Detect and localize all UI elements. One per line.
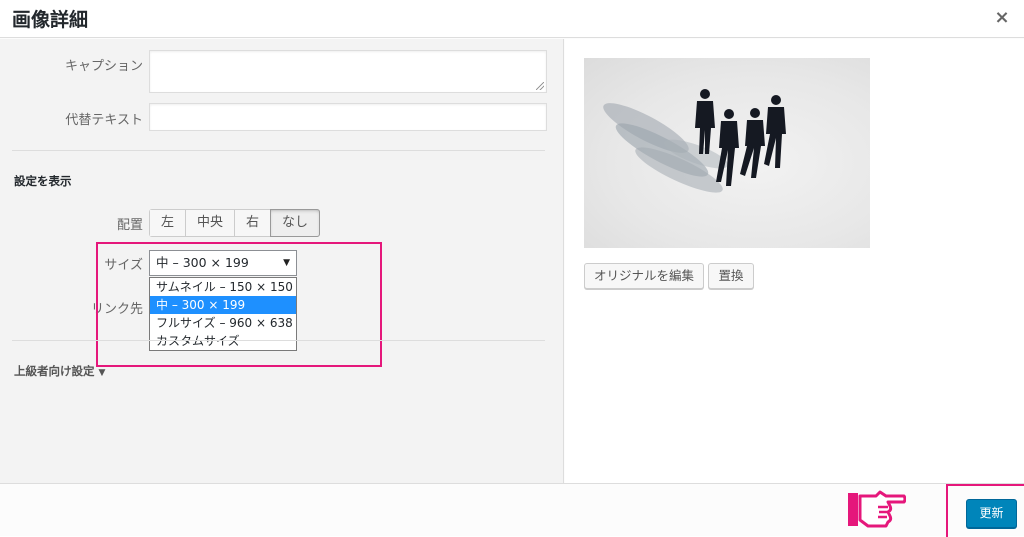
triangle-down-icon: ▼ [98,368,106,378]
align-none-button[interactable]: なし [270,209,320,237]
close-button[interactable]: × [990,6,1014,30]
caption-label: キャプション [64,59,143,74]
align-left-button[interactable]: 左 [150,210,186,236]
caption-textarea[interactable] [149,50,547,93]
replace-button[interactable]: 置換 [708,263,754,289]
preview-panel: オリジナルを編集 置換 [565,39,1024,483]
alignment-label: 配置 [116,218,143,233]
advanced-settings-label: 上級者向け設定 [14,364,95,378]
band-photo-graphic [603,89,786,193]
alt-text-input[interactable] [149,103,547,131]
alignment-button-group: 左 中央 右 なし [149,209,320,237]
modal-footer: 更新 [0,483,1024,537]
image-details-modal: 画像詳細 × キャプション 代替テキスト 設定を表示 配置 左 中央 右 なし … [0,0,1024,537]
align-right-button[interactable]: 右 [235,210,271,236]
align-center-button[interactable]: 中央 [186,210,235,236]
annotation-highlight-box [96,242,382,367]
resize-grip-icon[interactable] [536,82,544,90]
advanced-settings-toggle[interactable]: 上級者向け設定 ▼ [14,363,105,379]
edit-original-button[interactable]: オリジナルを編集 [584,263,704,289]
modal-title: 画像詳細 [12,9,89,31]
alt-text-label: 代替テキスト [65,113,143,128]
update-button[interactable]: 更新 [966,499,1017,528]
image-preview [584,58,870,248]
divider [12,150,545,151]
divider [12,340,545,341]
display-settings-heading: 設定を表示 [14,174,72,188]
pointing-hand-icon [848,490,906,528]
settings-panel: キャプション 代替テキスト 設定を表示 配置 左 中央 右 なし サイズ 中 –… [0,39,564,483]
modal-header: 画像詳細 × [0,0,1024,38]
